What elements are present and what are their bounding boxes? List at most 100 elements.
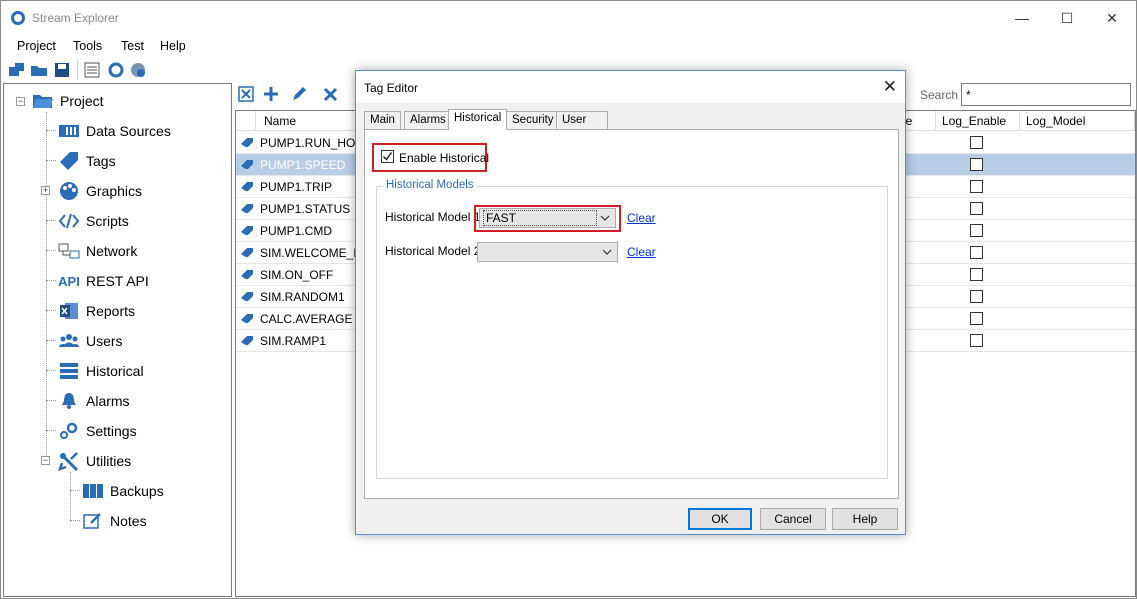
log-enable-checkbox[interactable]: [970, 180, 983, 193]
tag-icon: [241, 248, 253, 257]
log-enable-checkbox[interactable]: [970, 312, 983, 325]
sidebar-item-data-sources[interactable]: Data Sources: [58, 120, 171, 142]
new-project-icon[interactable]: [8, 61, 26, 79]
sidebar-item-rest-api[interactable]: API REST API: [58, 270, 149, 292]
tree-label: Network: [86, 243, 138, 259]
close-button[interactable]: ✕: [1089, 5, 1135, 31]
column-name[interactable]: Name: [256, 111, 356, 131]
historical-tab-page: Enable Historical Historical Models Hist…: [364, 129, 899, 499]
maximize-button[interactable]: ☐: [1044, 5, 1090, 31]
globe-icon[interactable]: [129, 61, 147, 79]
tab-security[interactable]: Security: [506, 111, 560, 130]
tree-label: Tags: [86, 153, 116, 169]
sidebar-item-settings[interactable]: Settings: [58, 420, 137, 442]
sidebar-item-scripts[interactable]: Scripts: [58, 210, 129, 232]
tag-icon: [241, 226, 253, 235]
delete-icon[interactable]: [322, 86, 339, 103]
tab-user-defined[interactable]: User Defined: [556, 111, 608, 143]
log-enable-checkbox[interactable]: [970, 246, 983, 259]
project-collapse-toggle[interactable]: −: [16, 97, 25, 106]
runtime-icon[interactable]: [107, 61, 125, 79]
menu-help[interactable]: Help: [160, 39, 186, 53]
log-enable-checkbox[interactable]: [970, 158, 983, 171]
log-enable-checkbox[interactable]: [970, 136, 983, 149]
gears-icon: [58, 421, 80, 441]
main-window: Stream Explorer — ☐ ✕ Project Tools Test…: [0, 0, 1137, 599]
tab-alarms[interactable]: Alarms: [404, 111, 452, 130]
tag-icon: [241, 270, 253, 279]
sidebar-item-graphics[interactable]: Graphics: [58, 180, 142, 202]
palette-icon: [58, 181, 80, 201]
log-enable-checkbox[interactable]: [970, 224, 983, 237]
enable-historical-checkbox[interactable]: [381, 150, 394, 163]
cancel-button[interactable]: Cancel: [760, 508, 826, 530]
log-enable-checkbox[interactable]: [970, 334, 983, 347]
chevron-down-icon: [600, 215, 610, 221]
menu-test[interactable]: Test: [121, 39, 144, 53]
sidebar-item-reports[interactable]: Reports: [58, 300, 135, 322]
tag-name: SIM.ON_OFF: [260, 268, 334, 282]
sidebar-item-historical[interactable]: Historical: [58, 360, 144, 382]
dialog-title-bar: Tag Editor ✕: [356, 71, 905, 103]
app-logo-icon: [11, 11, 25, 25]
model1-label: Historical Model 1: [385, 210, 481, 224]
tree-label: Reports: [86, 303, 136, 319]
utilities-collapse-toggle[interactable]: −: [41, 456, 50, 465]
search-input[interactable]: [961, 83, 1131, 106]
model2-clear-link[interactable]: Clear: [627, 245, 656, 259]
sidebar-item-users[interactable]: Users: [58, 330, 123, 352]
users-icon: [58, 331, 80, 351]
log-enable-checkbox[interactable]: [970, 202, 983, 215]
api-icon: API: [58, 273, 80, 289]
add-icon[interactable]: [262, 85, 280, 103]
excel-icon[interactable]: [238, 86, 254, 102]
open-folder-icon[interactable]: [30, 61, 48, 79]
menu-project[interactable]: Project: [17, 39, 56, 53]
model1-clear-link[interactable]: Clear: [627, 211, 656, 225]
notes-icon: [82, 511, 104, 531]
tag-icon: [241, 292, 253, 301]
edit-icon[interactable]: [290, 85, 308, 103]
code-icon: [58, 211, 80, 231]
help-button[interactable]: Help: [832, 508, 898, 530]
data-sources-icon: [58, 121, 80, 141]
sidebar-item-utilities[interactable]: Utilities: [58, 450, 131, 472]
historical-models-group: Historical Models Historical Model 1 FAS…: [376, 179, 888, 479]
menu-tools[interactable]: Tools: [73, 39, 102, 53]
dialog-close-icon[interactable]: ✕: [883, 77, 897, 97]
sidebar-item-network[interactable]: Network: [58, 240, 137, 262]
sidebar-item-alarms[interactable]: Alarms: [58, 390, 130, 412]
tag-icon: [241, 160, 253, 169]
tab-historical[interactable]: Historical: [448, 109, 508, 130]
column-log-model[interactable]: Log_Model: [1020, 111, 1135, 131]
tree-label: Historical: [86, 363, 144, 379]
backups-icon: [82, 481, 104, 501]
tag-name: CALC.AVERAGE: [260, 312, 353, 326]
tree-label: Graphics: [86, 183, 143, 199]
network-icon: [58, 241, 80, 261]
model1-select[interactable]: FAST: [479, 208, 616, 228]
log-enable-checkbox[interactable]: [970, 268, 983, 281]
minimize-button[interactable]: —: [999, 5, 1045, 31]
reports-icon: [58, 301, 80, 321]
tree-label: Backups: [110, 483, 164, 499]
sidebar-item-backups[interactable]: Backups: [82, 480, 164, 502]
log-enable-checkbox[interactable]: [970, 290, 983, 303]
sidebar-item-tags[interactable]: Tags: [58, 150, 116, 172]
list-icon[interactable]: [83, 61, 101, 79]
sidebar-item-notes[interactable]: Notes: [82, 510, 147, 532]
save-icon[interactable]: [53, 61, 71, 79]
model2-select[interactable]: [477, 242, 618, 262]
tag-name: SIM.RAMP1: [260, 334, 327, 348]
tree-label: Users: [86, 333, 123, 349]
tree-label: Project: [60, 93, 104, 109]
bell-icon: [58, 391, 80, 411]
tree-root-project[interactable]: Project: [32, 90, 104, 112]
tree-label: Alarms: [86, 393, 130, 409]
graphics-expand-toggle[interactable]: +: [41, 186, 50, 195]
tree-label: Utilities: [86, 453, 132, 469]
ok-button[interactable]: OK: [688, 508, 752, 530]
column-log-enable[interactable]: Log_Enable: [936, 111, 1020, 131]
tab-main[interactable]: Main: [364, 111, 401, 130]
tag-icon: [241, 336, 253, 345]
